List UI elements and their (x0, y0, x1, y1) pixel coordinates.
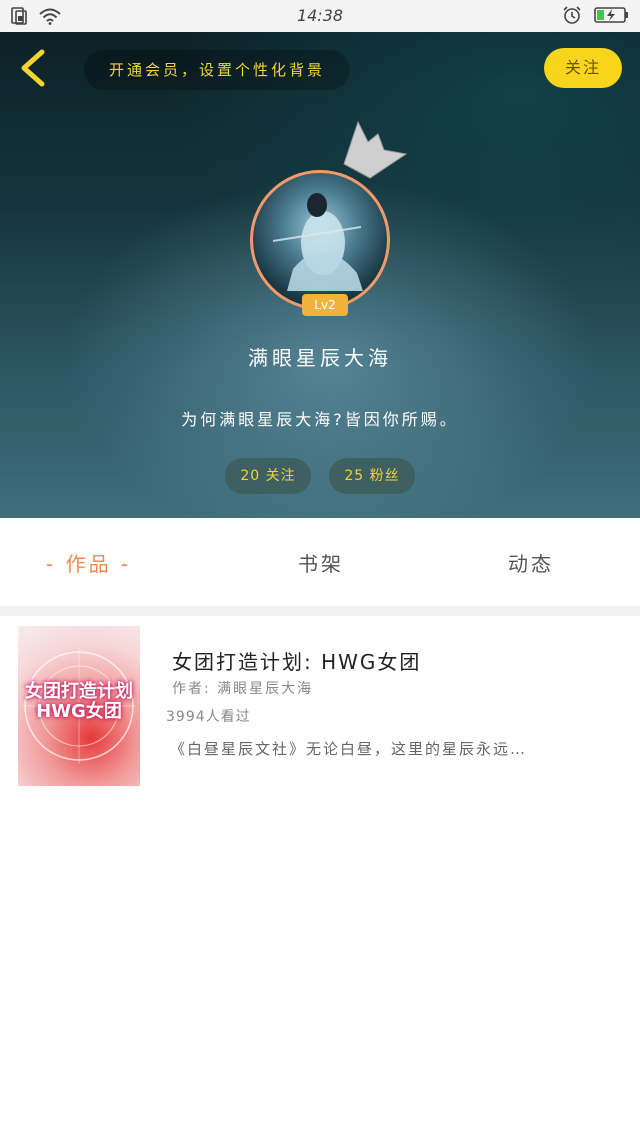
back-button[interactable] (14, 46, 54, 90)
avatar[interactable] (250, 170, 390, 310)
tab-works[interactable]: - 作品 - (46, 548, 131, 577)
following-count: 20 (240, 468, 261, 484)
tab-shelf[interactable]: 书架 (298, 548, 344, 577)
battery-charging-icon (594, 5, 630, 29)
tab-feed[interactable]: 动态 (508, 548, 554, 577)
username: 满眼星辰大海 (248, 346, 392, 370)
vip-background-notice[interactable]: 开通会员，设置个性化背景 (84, 50, 350, 90)
level-badge: Lv2 (302, 294, 348, 316)
book-description: 《白昼星辰文社》无论白昼，这里的星辰永远… (170, 740, 528, 758)
book-cover[interactable]: 女团打造计划 HWG女团 (18, 626, 140, 786)
avatar-image (272, 193, 363, 291)
fans-count-button[interactable]: 25 粉丝 (329, 458, 415, 494)
follow-button[interactable]: 关注 (544, 48, 622, 88)
chevron-left-icon (21, 49, 45, 87)
following-count-button[interactable]: 20 关注 (225, 458, 311, 494)
status-time: 14:38 (296, 6, 344, 25)
book-views: 3994人看过 (166, 709, 251, 725)
fans-label: 粉丝 (369, 468, 400, 484)
fans-count: 25 (344, 468, 365, 484)
book-author: 作者: 满眼星辰大海 (172, 681, 314, 697)
work-card[interactable]: 女团打造计划 HWG女团 女团打造计划: HWG女团 作者: 满眼星辰大海 39… (8, 616, 632, 796)
book-title[interactable]: 女团打造计划: HWG女团 (172, 646, 421, 675)
profile-tabs: - 作品 - 书架 动态 (0, 518, 640, 606)
crown-icon (340, 120, 410, 184)
profile-header: 开通会员，设置个性化背景 关注 Lv2 满眼星辰大海 为何满眼星辰大海?皆因你所… (0, 32, 640, 518)
following-label: 关注 (265, 468, 296, 484)
status-right-icons (562, 5, 630, 29)
alarm-icon (562, 5, 582, 29)
section-divider (0, 606, 640, 616)
user-bio: 为何满眼星辰大海?皆因你所赐。 (181, 410, 459, 429)
status-bar: 14:38 (0, 0, 640, 32)
cover-title: 女团打造计划 HWG女团 (25, 681, 133, 722)
